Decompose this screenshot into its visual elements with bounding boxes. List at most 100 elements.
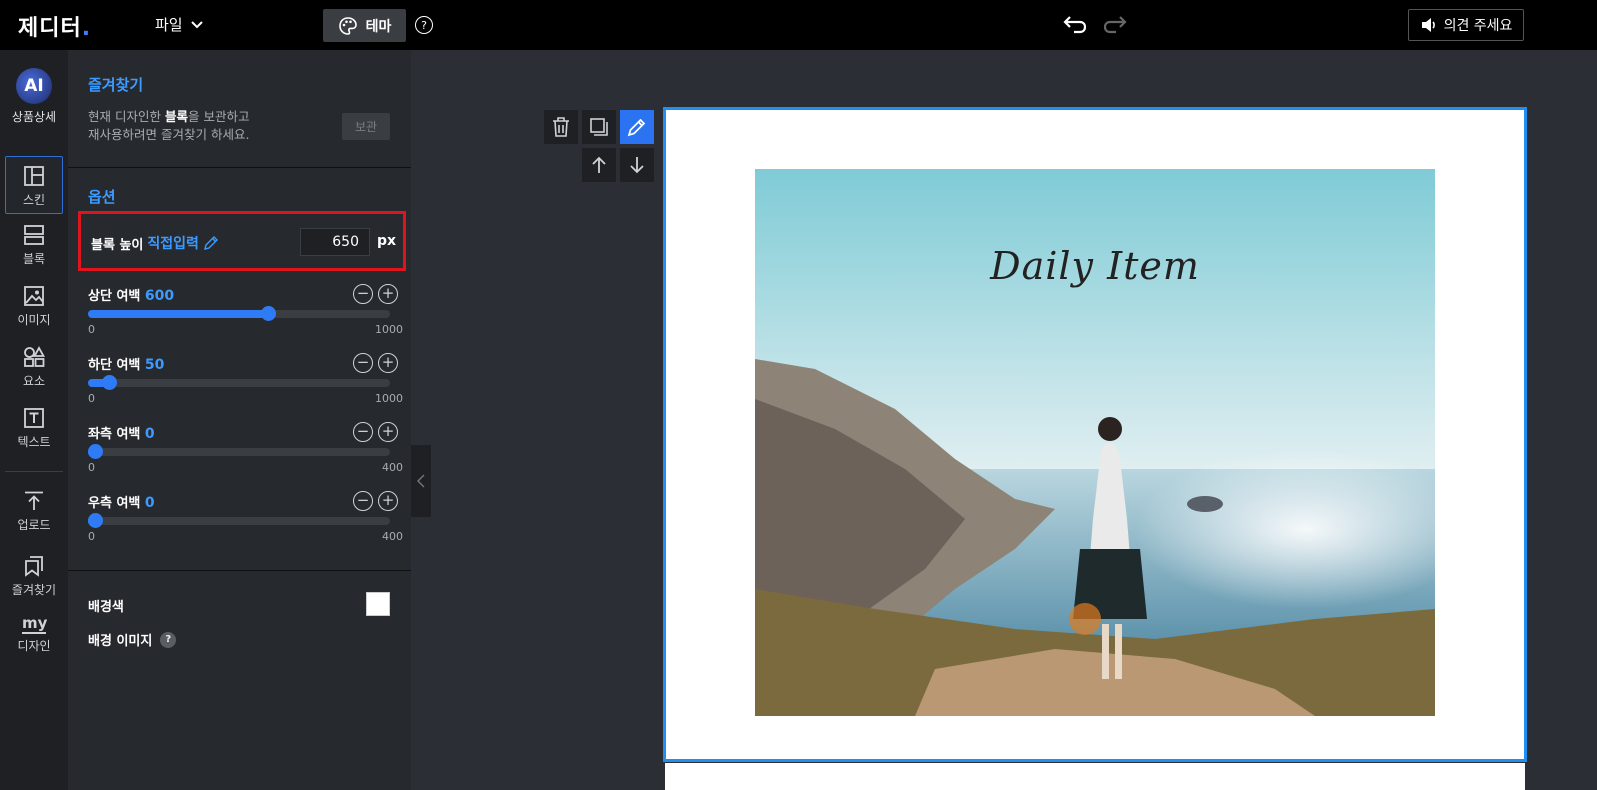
- undo-button[interactable]: [1062, 13, 1088, 39]
- slider-min: 0: [88, 530, 95, 543]
- sidebar-item-image[interactable]: 이미지: [5, 277, 63, 335]
- arrow-down-icon: [630, 157, 644, 174]
- decrease-button[interactable]: −: [353, 422, 373, 442]
- decrease-button[interactable]: −: [353, 284, 373, 304]
- slider-max: 1000: [375, 323, 403, 336]
- speaker-icon: [1421, 18, 1435, 32]
- redo-icon: [1103, 16, 1127, 34]
- slider-thumb[interactable]: [260, 306, 276, 321]
- slider-max: 400: [382, 461, 403, 474]
- edit-block-button[interactable]: [620, 110, 654, 144]
- help-icon[interactable]: ?: [415, 16, 433, 34]
- block-height-unit: px: [377, 233, 397, 249]
- increase-button[interactable]: +: [378, 422, 398, 442]
- left-margin-slider: 좌측 여백 0 − + 0 400: [88, 422, 403, 485]
- top-bar: 제디터. 파일 테마 ? 의견 주세요: [0, 0, 1597, 50]
- sidebar-item-elements[interactable]: 요소: [5, 338, 63, 396]
- upload-icon: [25, 491, 43, 510]
- settings-panel: 즐겨찾기 현재 디자인한 블록을 보관하고 재사용하려면 즐겨찾기 하세요. 보…: [68, 50, 411, 790]
- trash-icon: [553, 117, 569, 137]
- feedback-button[interactable]: 의견 주세요: [1408, 9, 1524, 41]
- feedback-label: 의견 주세요: [1443, 18, 1513, 34]
- palette-icon: [338, 16, 357, 35]
- ai-label: 상품상세: [11, 110, 57, 124]
- collapse-panel-button[interactable]: [411, 445, 431, 517]
- slider-label: 우측 여백 0: [88, 495, 155, 511]
- sidebar-item-label: 텍스트: [17, 435, 51, 449]
- arrow-up-icon: [592, 156, 606, 173]
- slider-min: 0: [88, 323, 95, 336]
- selected-block-canvas[interactable]: Daily Item: [663, 107, 1527, 762]
- redo-button[interactable]: [1102, 13, 1128, 39]
- background-color-label: 배경색: [88, 600, 124, 615]
- slider-min: 0: [88, 461, 95, 474]
- right-margin-slider: 우측 여백 0 − + 0 400: [88, 491, 403, 554]
- sidebar-item-skin[interactable]: 스킨: [5, 156, 63, 214]
- slider-thumb[interactable]: [102, 375, 118, 390]
- slider-fill: [88, 310, 268, 318]
- slider-track[interactable]: [88, 444, 390, 459]
- sidebar-item-favorites[interactable]: 즐겨찾기: [5, 547, 63, 605]
- increase-button[interactable]: +: [378, 491, 398, 511]
- decrease-button[interactable]: −: [353, 353, 373, 373]
- pencil-icon[interactable]: [203, 235, 219, 251]
- increase-button[interactable]: +: [378, 284, 398, 304]
- app-logo[interactable]: 제디터.: [18, 10, 91, 42]
- bottom-margin-slider: 하단 여백 50 − + 0 1000: [88, 353, 403, 416]
- move-down-button[interactable]: [620, 148, 654, 182]
- slider-track[interactable]: [88, 306, 390, 321]
- nav-divider: [5, 471, 63, 472]
- pencil-icon: [627, 118, 646, 137]
- sidebar-item-label: 업로드: [17, 518, 51, 532]
- help-icon[interactable]: ?: [160, 631, 177, 648]
- theme-button[interactable]: 테마: [323, 9, 406, 42]
- slider-track[interactable]: [88, 513, 390, 528]
- block-icon: [24, 225, 44, 245]
- slider-label: 상단 여백 600: [88, 288, 175, 304]
- bookmark-icon: [25, 556, 43, 577]
- favorites-section-title: 즐겨찾기: [88, 76, 144, 94]
- slider-max: 1000: [375, 392, 403, 405]
- left-icon-bar: AI 상품상세 스킨 블록 이미지 요소 텍스트 업로드 즐겨찾기 my 디자인: [0, 50, 68, 790]
- delete-block-button[interactable]: [544, 110, 578, 144]
- slider-track[interactable]: [88, 375, 390, 390]
- save-favorite-button[interactable]: 보관: [342, 113, 390, 140]
- file-menu[interactable]: 파일: [155, 14, 203, 35]
- theme-label: 테마: [365, 18, 392, 35]
- ai-badge-icon: AI: [16, 68, 52, 104]
- file-menu-label: 파일: [155, 16, 183, 34]
- copy-icon: [590, 118, 608, 136]
- sidebar-item-my-design[interactable]: my 디자인: [5, 606, 63, 664]
- block-height-input[interactable]: [300, 228, 370, 256]
- next-block-preview[interactable]: [665, 763, 1525, 790]
- decrease-button[interactable]: −: [353, 491, 373, 511]
- slider-thumb[interactable]: [88, 513, 103, 528]
- background-color-swatch[interactable]: [366, 592, 390, 616]
- favorites-description: 현재 디자인한 블록을 보관하고 재사용하려면 즐겨찾기 하세요.: [88, 109, 250, 142]
- move-up-button[interactable]: [582, 148, 616, 182]
- sidebar-item-block[interactable]: 블록: [5, 216, 63, 274]
- sidebar-item-upload[interactable]: 업로드: [5, 482, 63, 540]
- slider-max: 400: [382, 530, 403, 543]
- block-height-label: 블록 높이 직접입력: [91, 233, 219, 253]
- direct-input-link[interactable]: 직접입력: [147, 233, 199, 253]
- options-section-title: 옵션: [88, 188, 116, 206]
- slider-label: 좌측 여백 0: [88, 426, 155, 442]
- block-photo[interactable]: Daily Item: [755, 169, 1435, 716]
- shapes-icon: [24, 346, 45, 367]
- top-margin-slider: 상단 여백 600 − + 0 1000: [88, 284, 403, 347]
- increase-button[interactable]: +: [378, 353, 398, 373]
- sidebar-item-label: 스킨: [22, 193, 46, 207]
- photo-title[interactable]: Daily Item: [755, 244, 1435, 288]
- duplicate-block-button[interactable]: [582, 110, 616, 144]
- text-icon: [24, 408, 44, 428]
- slider-thumb[interactable]: [88, 444, 103, 459]
- sidebar-item-label: 블록: [22, 252, 46, 266]
- ai-product-detail[interactable]: AI 상품상세: [0, 68, 68, 125]
- sidebar-item-label: 즐겨찾기: [11, 583, 57, 597]
- background-image-label: 배경 이미지 ?: [88, 630, 177, 649]
- sidebar-item-text[interactable]: 텍스트: [5, 399, 63, 457]
- chevron-down-icon: [190, 20, 203, 28]
- section-divider: [68, 167, 411, 168]
- sidebar-item-label: 디자인: [17, 639, 51, 653]
